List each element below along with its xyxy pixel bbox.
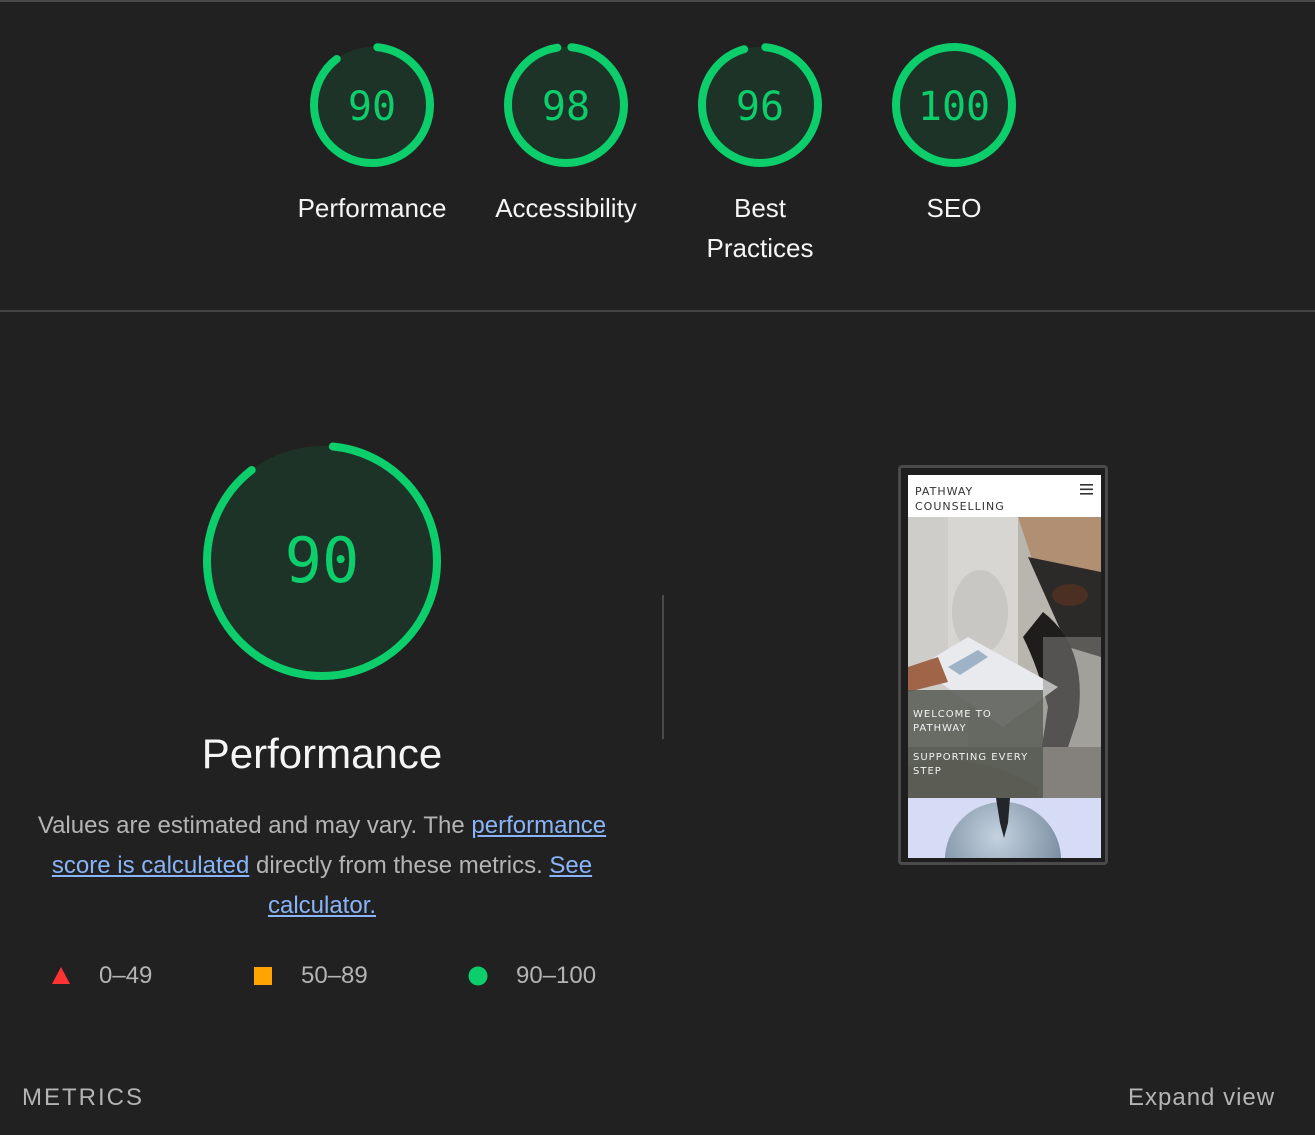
square-icon: [254, 967, 272, 985]
metrics-heading: METRICS: [22, 1084, 144, 1111]
gauge-seo-label: SEO: [926, 193, 982, 223]
gauge-best-practices-label-line1: Best: [733, 193, 787, 223]
screenshot-header: PATHWAY COUNSELLING: [908, 475, 1101, 517]
legend-pass-label: 90–100: [516, 962, 597, 989]
gauge-seo-ring: 100: [892, 43, 1016, 167]
gauge-best-practices[interactable]: 96 Best Practices: [660, 40, 860, 268]
triangle-icon: [52, 967, 70, 984]
performance-description: Values are estimated and may vary. The p…: [30, 806, 614, 926]
gauge-performance-ring: 90: [310, 43, 434, 167]
gauge-performance-label: Performance: [297, 193, 447, 223]
gauge-performance-score: 90: [348, 84, 396, 130]
screenshot-hero-overlay: WELCOME TO PATHWAY SUPPORTING EVERY STEP: [908, 690, 1043, 798]
screenshot-lower-section: [908, 798, 1101, 858]
screenshot-brand-line2: COUNSELLING: [915, 500, 1005, 513]
legend-pass: 90–100: [468, 962, 596, 990]
circle-icon: [468, 966, 488, 986]
gauge-best-practices-label: Best Practices: [660, 188, 860, 268]
performance-desc-text-2: directly from these metrics.: [249, 852, 550, 879]
performance-desc-text-1: Values are estimated and may vary. The: [37, 812, 472, 839]
legend-average: 50–89: [253, 962, 368, 990]
legend-fail-label: 0–49: [99, 962, 153, 989]
page-screenshot-viewport: PATHWAY COUNSELLING WELCOME TO PATHWAY S…: [908, 475, 1101, 858]
screenshot-welcome-text: WELCOME TO PATHWAY: [913, 709, 992, 734]
hamburger-icon: [1080, 484, 1093, 495]
lower-section-illustration: [945, 798, 1061, 858]
score-summary: 90 Performance 98 Accessibility 96 Best …: [0, 2, 1315, 310]
expand-view-button[interactable]: Expand view: [1128, 1084, 1275, 1112]
gauge-accessibility-score: 98: [542, 84, 590, 130]
gauge-best-practices-ring: 96: [698, 43, 822, 167]
screenshot-hero-image: WELCOME TO PATHWAY SUPPORTING EVERY STEP: [908, 517, 1101, 798]
screenshot-tagline-text: SUPPORTING EVERY STEP: [913, 752, 1029, 777]
performance-big-score: 90: [285, 524, 360, 597]
screenshot-brand-line1: PATHWAY: [915, 485, 974, 498]
performance-title: Performance: [201, 730, 443, 777]
vertical-divider: [662, 595, 664, 739]
gauge-accessibility[interactable]: 98 Accessibility: [466, 40, 666, 228]
legend-fail: 0–49: [51, 962, 152, 990]
gauge-performance[interactable]: 90 Performance: [272, 40, 472, 228]
gauge-best-practices-score: 96: [736, 84, 784, 130]
score-legend: 0–49 50–89 90–100: [0, 962, 700, 992]
gauge-accessibility-label: Accessibility: [495, 193, 637, 223]
legend-average-label: 50–89: [301, 962, 368, 989]
gauge-seo-score: 100: [918, 84, 990, 130]
gauge-accessibility-ring: 98: [504, 43, 628, 167]
gauge-seo[interactable]: 100 SEO: [854, 40, 1054, 228]
screenshot-brand: PATHWAY COUNSELLING: [915, 484, 1005, 514]
performance-big-gauge: 90: [203, 442, 441, 680]
gauge-best-practices-label-line2: Practices: [706, 233, 814, 263]
page-screenshot[interactable]: PATHWAY COUNSELLING WELCOME TO PATHWAY S…: [898, 465, 1108, 865]
performance-section: 90 Performance Values are estimated and …: [0, 312, 1315, 1135]
